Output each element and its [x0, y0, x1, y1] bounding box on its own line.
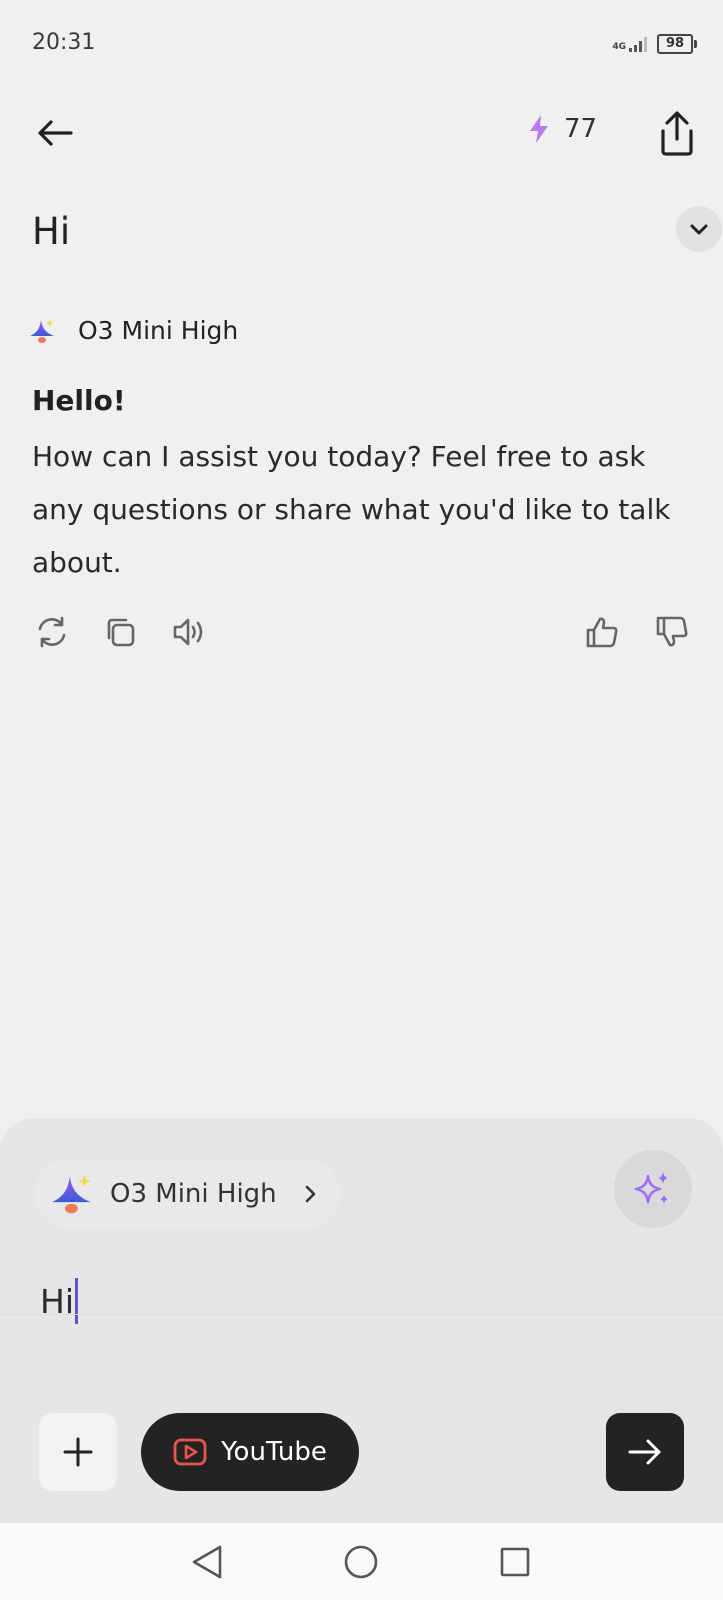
nav-back-button[interactable]	[185, 1540, 229, 1584]
copy-button[interactable]	[100, 612, 140, 652]
battery-icon: 98	[657, 34, 697, 54]
speaker-icon	[173, 618, 203, 646]
lightning-icon	[530, 115, 548, 143]
model-selector[interactable]: O3 Mini High	[34, 1160, 340, 1228]
youtube-button[interactable]: YouTube	[141, 1413, 359, 1491]
share-icon	[661, 111, 693, 156]
read-aloud-button[interactable]	[170, 612, 210, 652]
collapse-button[interactable]	[676, 206, 722, 252]
network-label: 4G	[612, 42, 626, 52]
chat-title: Hi	[32, 210, 71, 253]
response-model: O3 Mini High	[30, 316, 238, 345]
model-logo-icon	[30, 318, 54, 343]
arrow-left-icon	[38, 120, 73, 146]
youtube-label: YouTube	[221, 1437, 327, 1467]
message-heading: Hello!	[32, 384, 126, 417]
share-button[interactable]	[652, 108, 702, 160]
model-logo-icon	[52, 1174, 91, 1214]
refresh-icon	[38, 616, 66, 648]
send-button[interactable]	[606, 1413, 684, 1491]
status-icons: 4G 98	[612, 34, 697, 54]
thumbs-down-button[interactable]	[652, 612, 692, 652]
attach-button[interactable]	[39, 1413, 117, 1491]
status-time: 20:31	[32, 30, 96, 55]
message-input[interactable]: Hi	[40, 1278, 78, 1324]
model-selector-label: O3 Mini High	[110, 1179, 277, 1209]
text-caret	[74, 1278, 78, 1324]
credits-count: 77	[564, 114, 598, 144]
circle-home-icon	[344, 1545, 378, 1579]
enhance-prompt-button[interactable]	[614, 1150, 692, 1228]
network-indicator: 4G	[612, 36, 649, 52]
youtube-icon	[173, 1438, 207, 1466]
thumbs-up-icon	[586, 617, 618, 648]
thumbs-up-button[interactable]	[582, 612, 622, 652]
back-button[interactable]	[30, 108, 80, 158]
chevron-right-icon	[305, 1185, 315, 1203]
regenerate-button[interactable]	[32, 612, 72, 652]
sparkles-icon	[634, 1172, 668, 1204]
square-recents-icon	[500, 1547, 530, 1577]
signal-icon	[629, 37, 647, 52]
model-name: O3 Mini High	[78, 316, 239, 345]
credits-indicator[interactable]: 77	[528, 114, 597, 144]
nav-home-button[interactable]	[339, 1540, 383, 1584]
copy-icon	[107, 618, 135, 647]
nav-recents-button[interactable]	[493, 1540, 537, 1584]
triangle-back-icon	[192, 1545, 222, 1579]
plus-icon	[63, 1437, 93, 1467]
message-text: How can I assist you today? Feel free to…	[32, 440, 671, 579]
thumbs-down-icon	[656, 616, 688, 647]
composer-divider	[0, 1314, 723, 1315]
arrow-right-icon	[628, 1439, 661, 1465]
chevron-down-icon	[690, 224, 708, 235]
